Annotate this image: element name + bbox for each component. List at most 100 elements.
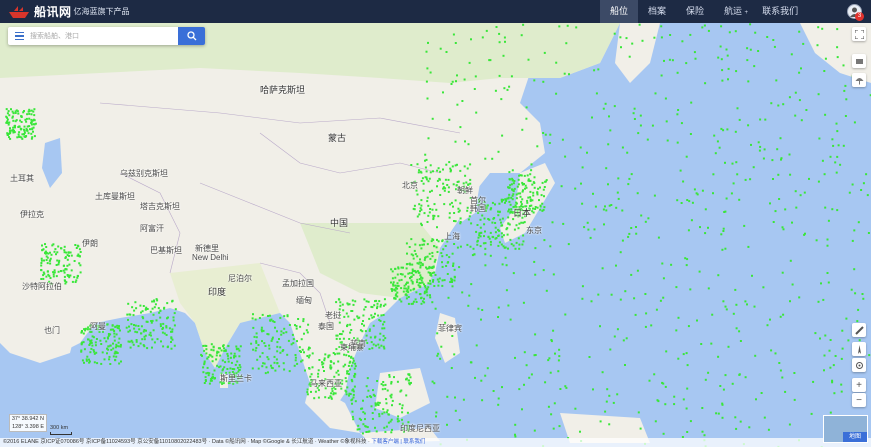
ship-marker bbox=[74, 281, 77, 283]
zoom-in-button[interactable]: + bbox=[852, 378, 866, 392]
ship-marker bbox=[469, 245, 472, 248]
ship-marker bbox=[824, 206, 827, 209]
ship-marker bbox=[45, 246, 48, 248]
ship-marker bbox=[718, 146, 721, 149]
nav-item-4[interactable]: 联系我们 bbox=[752, 0, 808, 23]
ship-marker bbox=[27, 110, 30, 113]
ship-marker bbox=[770, 349, 773, 352]
logo[interactable]: 船讯网 亿海蓝旗下产品 bbox=[0, 0, 130, 23]
ship-marker bbox=[268, 347, 271, 350]
ship-marker bbox=[435, 415, 437, 418]
ship-marker bbox=[769, 202, 771, 205]
ship-marker bbox=[327, 396, 330, 399]
ship-marker bbox=[543, 239, 546, 242]
ship-marker bbox=[832, 144, 835, 147]
nav-item-0[interactable]: 船位 bbox=[600, 0, 639, 23]
ship-marker bbox=[462, 398, 465, 401]
ship-marker bbox=[56, 259, 59, 262]
map-type-toggle[interactable]: 地图 bbox=[843, 432, 867, 442]
ship-marker bbox=[508, 85, 511, 88]
ship-marker bbox=[379, 332, 382, 335]
ship-marker bbox=[766, 36, 769, 38]
ship-marker bbox=[823, 173, 826, 176]
ship-marker bbox=[67, 251, 70, 254]
ship-marker bbox=[311, 352, 314, 355]
ship-marker bbox=[686, 431, 689, 433]
ship-marker bbox=[494, 231, 497, 234]
search-input[interactable] bbox=[30, 28, 178, 44]
compass-button[interactable] bbox=[852, 342, 866, 356]
ship-marker bbox=[442, 168, 444, 171]
ship-marker bbox=[94, 341, 97, 344]
ship-marker bbox=[664, 385, 667, 388]
ship-marker bbox=[52, 273, 55, 276]
ship-marker bbox=[275, 358, 278, 361]
ship-marker bbox=[211, 360, 214, 363]
ship-marker bbox=[724, 161, 726, 164]
ship-marker bbox=[662, 382, 665, 385]
ship-marker bbox=[866, 194, 869, 197]
ship-marker bbox=[385, 402, 388, 405]
ship-marker bbox=[719, 385, 722, 387]
ship-marker bbox=[365, 300, 368, 303]
ship-marker bbox=[255, 332, 258, 335]
ship-marker bbox=[803, 191, 806, 194]
ship-marker bbox=[805, 109, 808, 111]
ship-marker bbox=[371, 347, 374, 350]
ship-marker bbox=[646, 138, 649, 141]
weather-button[interactable] bbox=[852, 73, 866, 87]
ship-marker bbox=[720, 233, 723, 236]
ship-marker bbox=[466, 206, 469, 209]
ship-marker bbox=[479, 226, 482, 229]
ship-marker bbox=[407, 302, 410, 305]
nav-item-1[interactable]: 档案 bbox=[638, 0, 676, 23]
ship-marker bbox=[753, 65, 756, 68]
ship-marker bbox=[384, 383, 387, 386]
nav-item-2[interactable]: 保险 bbox=[676, 0, 714, 23]
ship-marker bbox=[427, 180, 430, 183]
ship-marker bbox=[394, 267, 397, 270]
ship-marker bbox=[517, 227, 520, 230]
ship-marker bbox=[427, 271, 430, 274]
ship-marker bbox=[281, 350, 284, 353]
ship-marker bbox=[436, 251, 439, 253]
ship-marker bbox=[167, 316, 169, 319]
layers-button[interactable] bbox=[852, 54, 866, 68]
ship-marker bbox=[522, 234, 525, 237]
ship-marker bbox=[421, 300, 424, 303]
ship-marker bbox=[816, 44, 819, 47]
ship-marker bbox=[581, 297, 584, 300]
ship-marker bbox=[170, 347, 173, 350]
ship-marker bbox=[347, 373, 350, 375]
search-button[interactable] bbox=[178, 27, 205, 45]
ship-marker bbox=[396, 284, 399, 287]
place-label: 中国 bbox=[330, 218, 349, 228]
user-avatar[interactable]: 3 bbox=[847, 4, 864, 21]
menu-icon[interactable] bbox=[8, 27, 30, 45]
ship-marker bbox=[433, 271, 436, 274]
ship-marker bbox=[851, 183, 854, 186]
map-canvas[interactable]: 哈萨克斯坦 蒙古 中国 日本 韩国 朝鲜 北京 印度 缅甸 泰国 越南 柬埔寨 老挝 马来西亚 菲律宾 伊朗伊… bbox=[0, 23, 871, 447]
ship-marker bbox=[454, 42, 457, 44]
ship-marker bbox=[135, 307, 138, 310]
ship-marker bbox=[480, 379, 483, 382]
footer-link[interactable]: 下载客户端 | 联系我们 bbox=[371, 439, 425, 445]
fullscreen-button[interactable] bbox=[852, 27, 866, 41]
ship-marker bbox=[78, 255, 81, 257]
ship-marker bbox=[715, 412, 718, 415]
ship-marker bbox=[423, 243, 425, 246]
measure-button[interactable] bbox=[852, 323, 866, 337]
zoom-out-button[interactable]: − bbox=[852, 393, 866, 407]
ship-marker bbox=[130, 323, 133, 326]
ship-marker bbox=[203, 382, 206, 384]
nav-item-3[interactable]: 航运 + bbox=[714, 0, 752, 23]
ship-marker bbox=[107, 348, 110, 351]
ship-marker bbox=[396, 418, 399, 420]
ship-marker bbox=[66, 258, 69, 261]
ship-marker bbox=[778, 198, 781, 200]
ship-marker bbox=[426, 255, 429, 258]
ship-marker bbox=[754, 31, 757, 34]
locate-button[interactable] bbox=[852, 358, 866, 372]
ship-marker bbox=[422, 182, 425, 185]
ship-marker bbox=[365, 425, 368, 428]
